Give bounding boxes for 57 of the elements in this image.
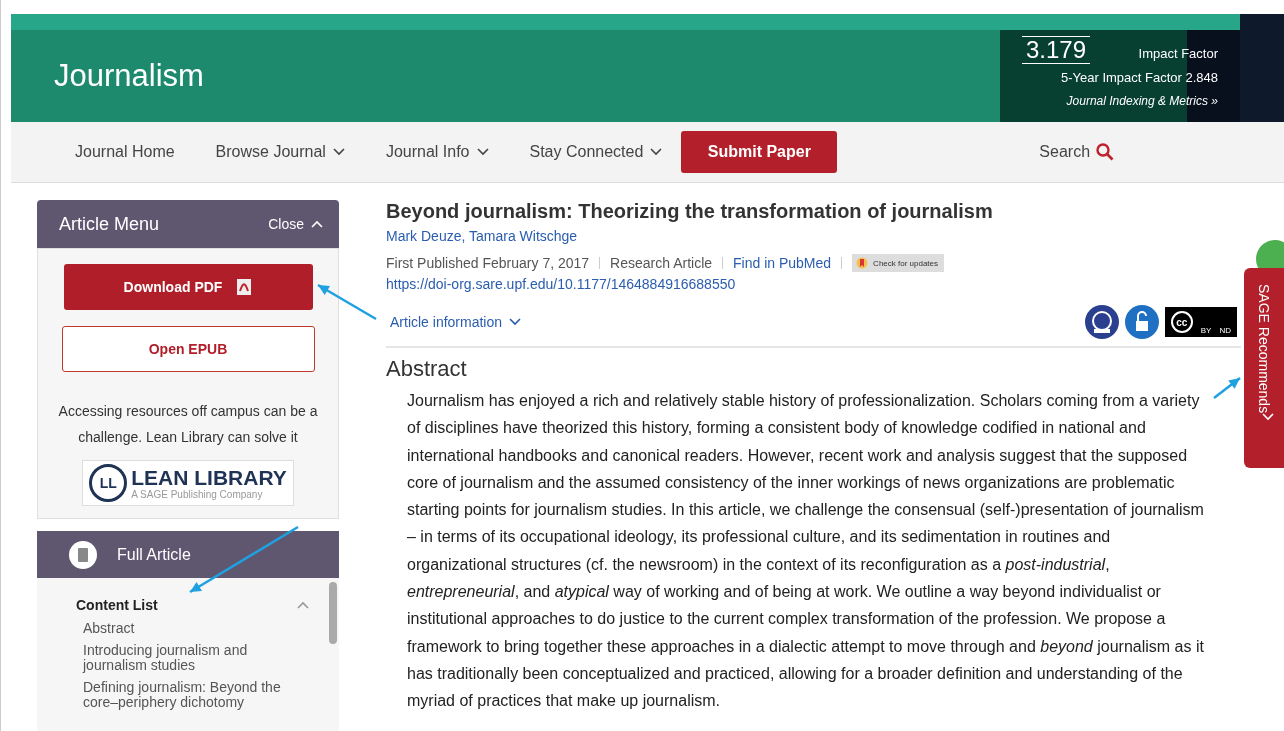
- impact-factor-label: Impact Factor: [1138, 45, 1218, 61]
- search-icon: [1096, 143, 1115, 161]
- article-information-toggle[interactable]: Article information: [386, 314, 522, 330]
- caret-down-icon: [332, 148, 345, 156]
- annotation-arrow: [317, 283, 377, 321]
- content-list-item[interactable]: Abstract: [83, 621, 283, 636]
- check-for-updates-button[interactable]: Check for updates: [852, 254, 945, 272]
- caret-up-icon: [297, 601, 309, 609]
- logo-mark: LL: [89, 464, 128, 502]
- scrollbar[interactable]: [329, 582, 337, 644]
- side-tab[interactable]: SAGE Recommends: [1244, 268, 1284, 468]
- document-icon: [69, 540, 97, 569]
- article-type: Research Article: [610, 255, 713, 271]
- doi-link[interactable]: https://doi-org.sare.upf.edu/10.1177/1464884916688550: [386, 276, 736, 292]
- nav-menu-item[interactable]: Browse Journal: [205, 143, 355, 161]
- download-pdf-button[interactable]: Download PDF: [63, 264, 313, 310]
- nav-menu-item[interactable]: Journal Home: [65, 143, 185, 161]
- full-article-bar[interactable]: Full Article: [37, 531, 339, 578]
- license-term: ND: [1219, 326, 1231, 335]
- publication-date: First Published February 7, 2017: [386, 255, 590, 271]
- open-epub-button[interactable]: Open EPUB: [61, 326, 315, 372]
- impact-factor-value: 3.179: [1022, 36, 1091, 64]
- pubmed-link[interactable]: Find in PubMed: [733, 255, 832, 271]
- metrics-link[interactable]: Journal Indexing & Metrics »: [1066, 94, 1218, 108]
- submit-paper-button[interactable]: Submit Paper: [681, 131, 838, 173]
- license-mark: cc: [1170, 311, 1193, 333]
- abstract-heading: Abstract: [386, 356, 468, 382]
- journal-title: Journalism: [53, 57, 204, 95]
- article-title: Beyond journalism: Theorizing the transformation of journalism: [386, 200, 994, 223]
- caret-down-icon: [509, 318, 522, 326]
- author-links[interactable]: Mark Deuze, Tamara Witschge: [386, 228, 578, 244]
- search-button[interactable]: Search: [1033, 142, 1121, 162]
- content-list-item[interactable]: Defining journalism: Beyond the core–periphery dichotomy: [83, 680, 283, 710]
- full-article-label: Full Article: [117, 545, 191, 564]
- content-list-toggle[interactable]: Content List: [70, 596, 339, 614]
- nav-menu-item[interactable]: Journal Info: [375, 143, 499, 161]
- abstract-text: Journalism has enjoyed a rich and relatively stable history of professionalization. Scholars coming from a variety of disciplines have theorized this history, forming a consistent body of knowledge codified in national and international handbooks and canonical readers. However, recent work and analysis suggest that the supposed core of journalism and the assumed consistency of the inner workings of news organizations are problematic starting points for journalism studies. In this article, we challenge the consensual (self-)presentation of journalism – in terms of its occupational ideology, its professional culture, and its sedimentation in routines and organizational structures (cf. the newsroom) in the context of its reconfiguration as a post-industrial, entrepreneurial, and atypical way of working and of being at work. We outline a way beyond individualist or institutional approaches to do justice to the current complex transformation of the profession. We propose a framework to bring together these approaches in a dialectic attempt to move through and beyond journalism as it has traditionally been conceptualized and practiced, allowing for a broader definition and understanding of the myriad of practices that make up journalism.: [407, 391, 1205, 712]
- caret-down-icon: [1261, 413, 1274, 422]
- caret-down-icon: [650, 148, 663, 156]
- pdf-file-icon: [236, 278, 253, 296]
- lean-library-logo[interactable]: LL LEAN LIBRARY A SAGE Publishing Company: [82, 460, 294, 506]
- logo-tagline: A SAGE Publishing Company: [131, 488, 264, 500]
- open-lock-icon: [1124, 305, 1159, 339]
- caret-down-icon: [476, 148, 489, 156]
- nav-menu-item[interactable]: Stay Connected: [519, 143, 673, 161]
- license-badge[interactable]: cc BY ND: [1164, 307, 1237, 337]
- close-button[interactable]: Close: [262, 215, 329, 233]
- article-menu-title: Article Menu: [59, 213, 160, 235]
- promo-text: Accessing resources off campus can be a challenge. Lean Library can solve it: [57, 402, 319, 447]
- bookmark-icon: [856, 257, 869, 269]
- content-list-item[interactable]: Introducing journalism and journalism studies: [83, 643, 283, 673]
- seal-icon: [1084, 305, 1119, 339]
- annotation-arrow: [1213, 377, 1241, 399]
- logo-name: LEAN LIBRARY: [131, 466, 287, 489]
- caret-up-icon: [311, 220, 323, 228]
- license-term: BY: [1200, 326, 1212, 335]
- five-year-impact-factor: 5-Year Impact Factor 2.848: [1060, 70, 1218, 85]
